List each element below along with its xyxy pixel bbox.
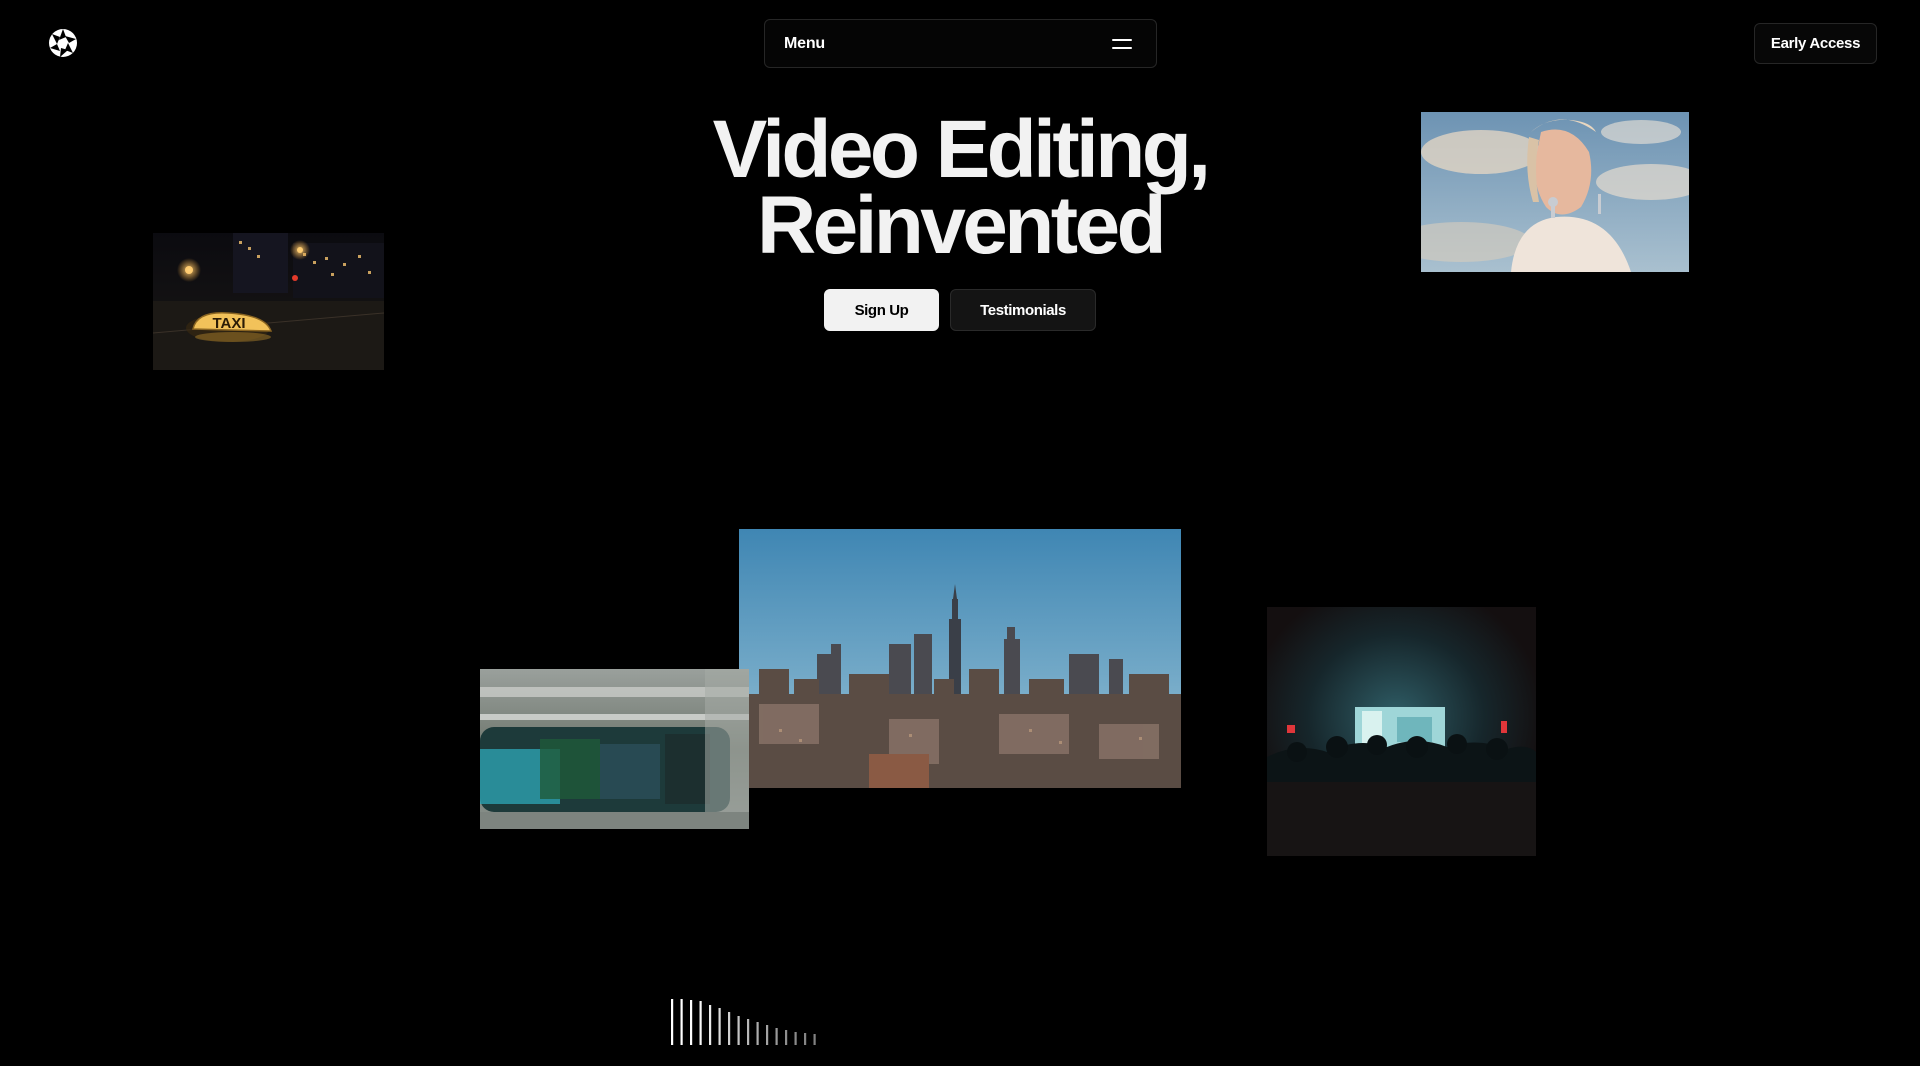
audio-level-bar: [785, 1030, 788, 1045]
audio-level-bar: [699, 1001, 702, 1045]
audio-level-bar: [756, 1022, 759, 1045]
portrait-clip[interactable]: [1421, 112, 1689, 272]
landing-page: Menu Early Access Video Editing, Reinven…: [0, 0, 1920, 1066]
audio-level-bar: [680, 999, 683, 1045]
hero-title-line-1: Video Editing,: [712, 104, 1211, 195]
hamburger-icon: [1112, 38, 1132, 50]
audio-waveform-icon: [671, 999, 816, 1045]
menu-toggle[interactable]: Menu: [764, 19, 1157, 68]
aperture-logo-icon[interactable]: [48, 28, 78, 58]
audio-level-bar: [690, 1000, 693, 1045]
audio-level-bar: [737, 1016, 740, 1045]
audio-level-bar: [766, 1025, 769, 1045]
audio-level-bar: [794, 1032, 797, 1045]
audio-level-bar: [813, 1034, 816, 1045]
audio-level-bar: [709, 1005, 712, 1045]
audio-level-bar: [671, 999, 674, 1045]
hero-title-line-2: Reinvented: [757, 180, 1167, 271]
audio-level-bar: [804, 1033, 807, 1045]
audio-level-bar: [747, 1019, 750, 1045]
early-access-button[interactable]: Early Access: [1754, 23, 1877, 64]
audio-level-bar: [775, 1028, 778, 1045]
testimonials-button[interactable]: Testimonials: [950, 289, 1096, 331]
audio-level-bar: [718, 1008, 721, 1045]
hero-title: Video Editing, Reinvented: [640, 104, 1280, 271]
taxi-night-clip[interactable]: TAXI: [153, 233, 384, 370]
train-clip[interactable]: [480, 669, 749, 829]
skyline-clip[interactable]: [739, 529, 1181, 788]
audio-level-bar: [728, 1012, 731, 1045]
sign-up-button[interactable]: Sign Up: [824, 289, 939, 331]
menu-label: Menu: [784, 34, 825, 52]
concert-clip[interactable]: [1267, 607, 1536, 856]
taxi-sign-text: TAXI: [212, 315, 245, 332]
